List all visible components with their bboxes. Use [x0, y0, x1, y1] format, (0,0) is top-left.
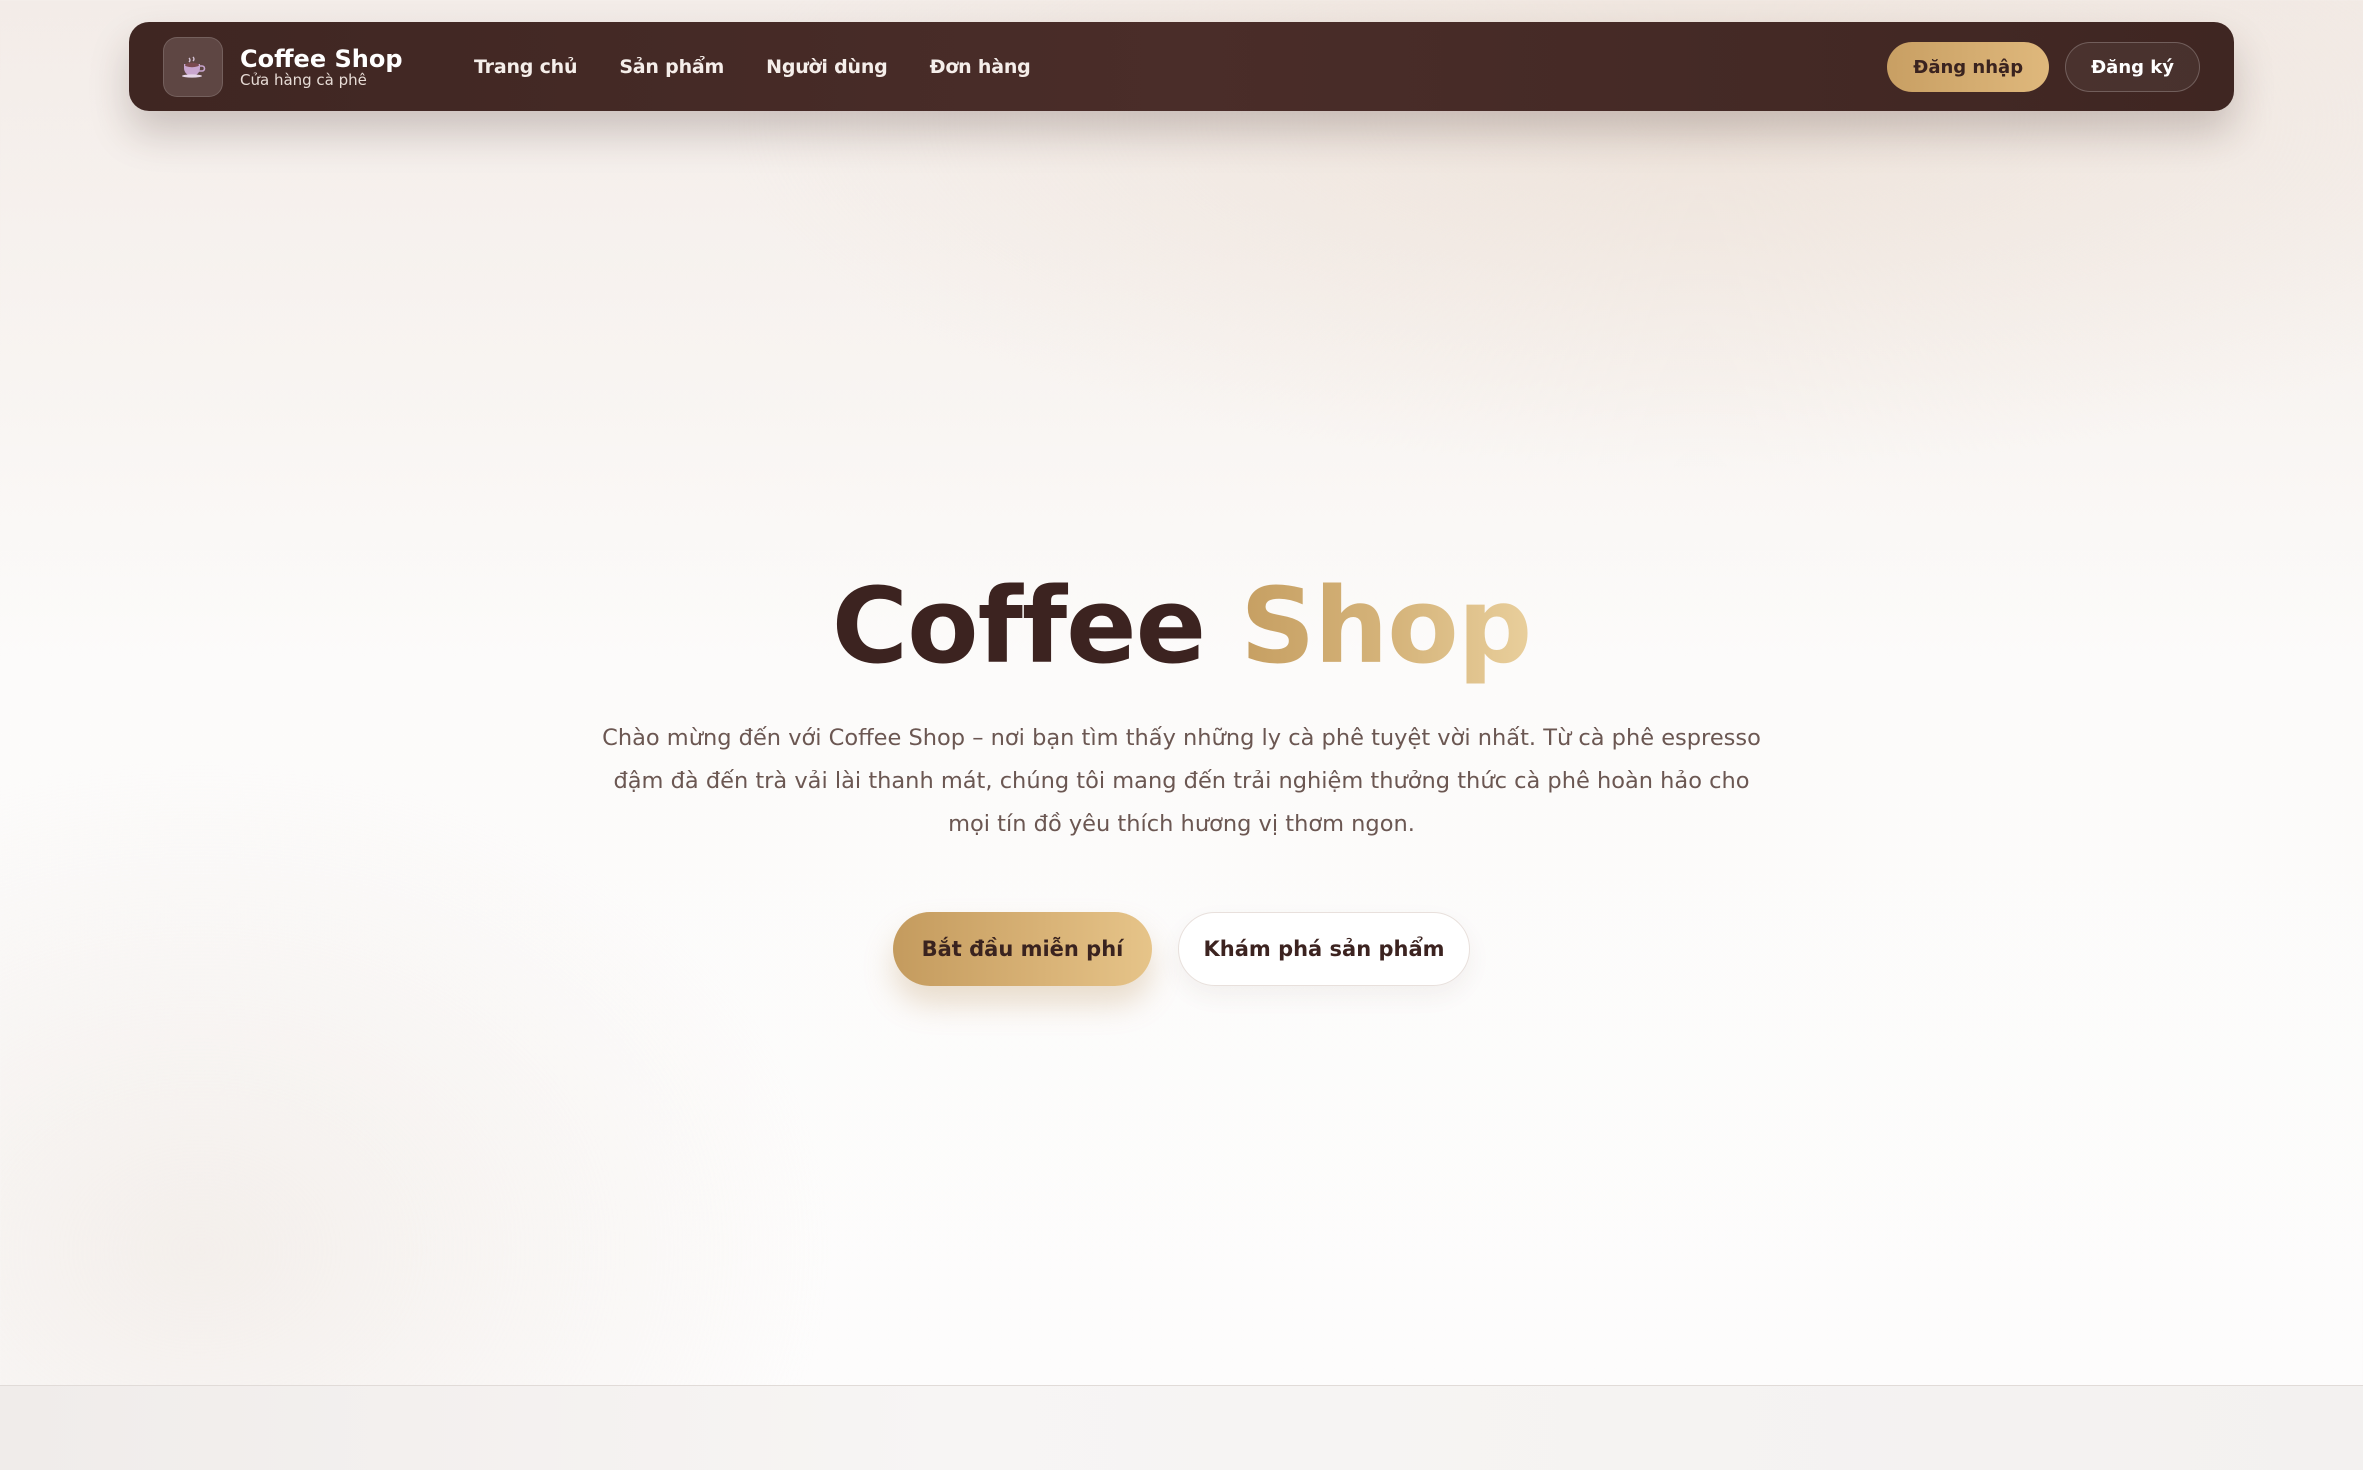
brand-subtitle: Cửa hàng cà phê [240, 71, 367, 89]
nav-item-orders[interactable]: Đơn hàng [930, 56, 1031, 78]
start-free-button[interactable]: Bắt đầu miễn phí [893, 912, 1152, 986]
brand-title: Coffee Shop [240, 45, 403, 73]
brand-text: Coffee Shop Cửa hàng cà phê [240, 46, 403, 88]
nav-links: Trang chủ Sản phẩm Người dùng Đơn hàng [474, 22, 1073, 111]
top-navbar: Coffee Shop Cửa hàng cà phê Trang chủ Sả… [129, 22, 2234, 111]
brand-logo[interactable] [163, 37, 223, 97]
hero-title: Coffee Shop [0, 565, 2363, 687]
brand[interactable]: Coffee Shop Cửa hàng cà phê [163, 36, 403, 98]
coffee-cup-icon [182, 56, 206, 78]
nav-item-users[interactable]: Người dùng [766, 56, 888, 78]
hero-actions: Bắt đầu miễn phí Khám phá sản phẩm [0, 912, 2363, 986]
hero-title-part1: Coffee [831, 565, 1206, 687]
hero-description: Chào mừng đến với Coffee Shop – nơi bạn … [602, 725, 1761, 837]
footer-strip [0, 1385, 2363, 1470]
nav-actions: Đăng nhập Đăng ký [1887, 42, 2200, 92]
nav-item-home[interactable]: Trang chủ [474, 56, 578, 78]
explore-products-button[interactable]: Khám phá sản phẩm [1178, 912, 1470, 986]
register-button[interactable]: Đăng ký [2065, 42, 2200, 92]
login-button[interactable]: Đăng nhập [1887, 42, 2050, 92]
hero-title-part2: Shop [1240, 565, 1532, 687]
nav-item-products[interactable]: Sản phẩm [619, 56, 724, 78]
